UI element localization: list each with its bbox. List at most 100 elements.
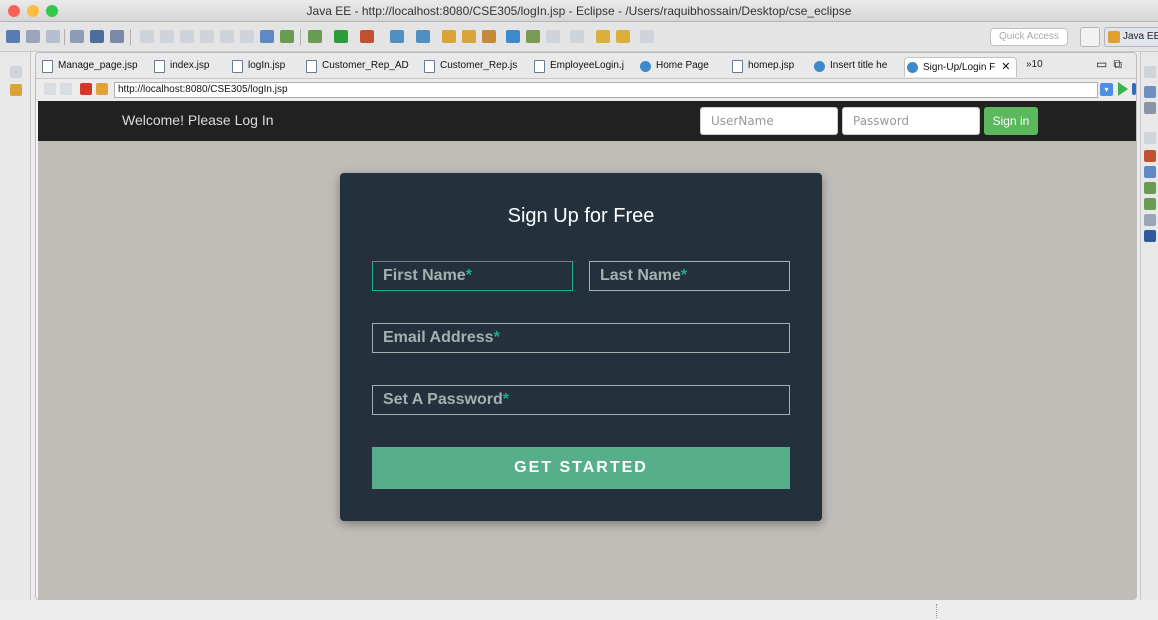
tab-customer-rep-ad[interactable]: Customer_Rep_AD bbox=[304, 57, 409, 77]
file-icon bbox=[154, 60, 165, 73]
servers-icon[interactable] bbox=[1144, 182, 1156, 194]
console-icon[interactable] bbox=[90, 30, 104, 43]
maximize-icon[interactable]: ⧉ bbox=[1113, 57, 1128, 71]
step-into-icon[interactable] bbox=[220, 30, 234, 43]
task-list-icon[interactable] bbox=[1144, 102, 1156, 114]
new-package-icon[interactable] bbox=[416, 30, 430, 43]
url-field[interactable]: http://localhost:8080/CSE305/logIn.jsp bbox=[114, 82, 1098, 98]
web-browser-icon[interactable] bbox=[506, 30, 520, 43]
editor-window-controls[interactable]: ▭⧉ bbox=[1096, 57, 1128, 72]
restore-icon[interactable] bbox=[1144, 132, 1156, 144]
new-java-project-icon[interactable] bbox=[390, 30, 404, 43]
open-perspective-button[interactable] bbox=[1080, 27, 1100, 47]
stop-icon[interactable] bbox=[80, 83, 92, 95]
signin-button[interactable]: Sign in bbox=[984, 107, 1038, 135]
open-type-icon[interactable] bbox=[442, 30, 456, 43]
java-ee-icon bbox=[1108, 31, 1120, 43]
file-icon bbox=[534, 60, 545, 73]
save-icon[interactable] bbox=[26, 30, 40, 43]
file-icon bbox=[306, 60, 317, 73]
url-dropdown-icon[interactable]: ▾ bbox=[1100, 83, 1113, 96]
signup-card: Sign Up for Free First Name* Last Name* … bbox=[340, 173, 822, 521]
file-icon bbox=[732, 60, 743, 73]
welcome-text: Welcome! Please Log In bbox=[122, 112, 274, 128]
restore-icon[interactable] bbox=[10, 66, 22, 78]
minimize-icon[interactable]: ▭ bbox=[1096, 57, 1113, 71]
markers-icon[interactable] bbox=[1144, 150, 1156, 162]
skip-breakpoints-icon[interactable] bbox=[110, 30, 124, 43]
snippets-icon[interactable] bbox=[1144, 214, 1156, 226]
forward-icon[interactable] bbox=[60, 83, 72, 95]
file-icon bbox=[424, 60, 435, 73]
window-title: Java EE - http://localhost:8080/CSE305/l… bbox=[306, 4, 852, 18]
project-explorer-icon[interactable] bbox=[10, 84, 22, 96]
file-icon bbox=[42, 60, 53, 73]
print-icon[interactable] bbox=[70, 30, 84, 43]
tab-employee-login[interactable]: EmployeeLogin.j bbox=[532, 57, 624, 77]
globe-icon bbox=[814, 61, 825, 72]
file-icon bbox=[232, 60, 243, 73]
tab-customer-rep-js[interactable]: Customer_Rep.js bbox=[422, 57, 517, 77]
server-icon[interactable] bbox=[280, 30, 294, 43]
console-icon[interactable] bbox=[1144, 230, 1156, 242]
suspend-icon[interactable] bbox=[160, 30, 174, 43]
run-icon[interactable] bbox=[334, 30, 348, 43]
set-password-field[interactable]: Set A Password* bbox=[372, 385, 790, 415]
back-icon[interactable] bbox=[596, 30, 610, 43]
editor-tab-bar: Manage_page.jsp index.jsp logIn.jsp Cust… bbox=[36, 53, 1136, 79]
tab-home-page[interactable]: Home Page bbox=[638, 57, 709, 77]
restore-icon[interactable] bbox=[1144, 66, 1156, 78]
site-navbar: Welcome! Please Log In UserName Password… bbox=[38, 101, 1136, 141]
back-icon[interactable] bbox=[44, 83, 56, 95]
task-list-icon[interactable] bbox=[260, 30, 274, 43]
browser-toolbar: http://localhost:8080/CSE305/logIn.jsp ▾ bbox=[36, 79, 1136, 101]
debug-icon[interactable] bbox=[308, 30, 322, 43]
tab-login[interactable]: logIn.jsp bbox=[230, 57, 285, 77]
tab-homep[interactable]: homep.jsp bbox=[730, 57, 794, 77]
forward-icon[interactable] bbox=[616, 30, 630, 43]
save-all-icon[interactable] bbox=[46, 30, 60, 43]
outline-icon[interactable] bbox=[1144, 86, 1156, 98]
go-icon[interactable] bbox=[1118, 82, 1128, 96]
refresh-icon[interactable] bbox=[96, 83, 108, 95]
globe-icon bbox=[640, 61, 651, 72]
tab-manage-page[interactable]: Manage_page.jsp bbox=[40, 57, 138, 77]
resume-icon[interactable] bbox=[140, 30, 154, 43]
status-divider bbox=[936, 604, 937, 618]
properties-icon[interactable] bbox=[1144, 166, 1156, 178]
open-folder-icon[interactable] bbox=[462, 30, 476, 43]
password-input[interactable]: Password bbox=[842, 107, 980, 135]
last-edit-icon[interactable] bbox=[640, 30, 654, 43]
java-ee-perspective-button[interactable]: Java EE bbox=[1104, 27, 1158, 47]
previous-annotation-icon[interactable] bbox=[570, 30, 584, 43]
data-source-icon[interactable] bbox=[1144, 198, 1156, 210]
tab-overflow-button[interactable]: »10 bbox=[1026, 59, 1043, 70]
tab-insert-title[interactable]: Insert title he bbox=[812, 57, 887, 77]
main-toolbar: Quick Access Java EE bbox=[0, 22, 1158, 52]
editor-area: Manage_page.jsp index.jsp logIn.jsp Cust… bbox=[35, 52, 1137, 600]
quick-access-input[interactable]: Quick Access bbox=[990, 28, 1068, 46]
next-annotation-icon[interactable] bbox=[546, 30, 560, 43]
right-trim-stack bbox=[1140, 52, 1158, 620]
web-page: Welcome! Please Log In UserName Password… bbox=[38, 101, 1136, 599]
disconnect-icon[interactable] bbox=[200, 30, 214, 43]
status-bar bbox=[0, 600, 1158, 620]
browser-menu-icon[interactable] bbox=[1132, 83, 1136, 95]
annotation-icon[interactable] bbox=[526, 30, 540, 43]
close-tab-icon[interactable]: ✕ bbox=[1001, 61, 1010, 73]
step-over-icon[interactable] bbox=[240, 30, 254, 43]
terminate-icon[interactable] bbox=[180, 30, 194, 43]
last-name-field[interactable]: Last Name* bbox=[589, 261, 790, 291]
email-field[interactable]: Email Address* bbox=[372, 323, 790, 353]
username-input[interactable]: UserName bbox=[700, 107, 838, 135]
globe-icon bbox=[907, 62, 918, 73]
tab-index[interactable]: index.jsp bbox=[152, 57, 209, 77]
window-titlebar: Java EE - http://localhost:8080/CSE305/l… bbox=[0, 0, 1158, 22]
tab-sign-up-login[interactable]: Sign-Up/Login F ✕ bbox=[904, 57, 1018, 77]
pen-icon[interactable] bbox=[482, 30, 496, 43]
external-tools-icon[interactable] bbox=[360, 30, 374, 43]
get-started-button[interactable]: GET STARTED bbox=[372, 447, 790, 489]
left-trim-stack bbox=[0, 52, 31, 620]
new-icon[interactable] bbox=[6, 30, 20, 43]
first-name-field[interactable]: First Name* bbox=[372, 261, 573, 291]
